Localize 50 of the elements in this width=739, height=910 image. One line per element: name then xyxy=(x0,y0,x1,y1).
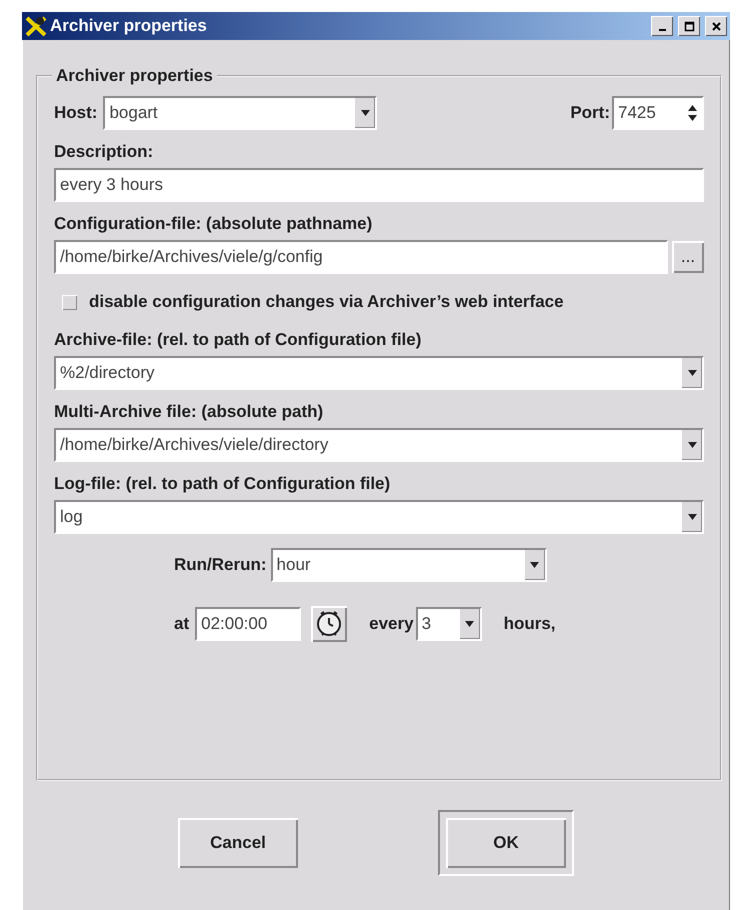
group-title: Archiver properties xyxy=(55,66,214,86)
run-combo-box[interactable]: hour xyxy=(270,548,547,582)
dropdown-arrow-icon xyxy=(688,514,696,520)
log-file-combo-box[interactable]: log xyxy=(54,500,704,534)
interval-combo-box[interactable]: 3 xyxy=(416,607,482,641)
dropdown-button[interactable] xyxy=(460,609,480,639)
minimize-icon xyxy=(658,29,666,31)
clock-icon xyxy=(316,609,342,639)
checkbox-label: disable configuration changes via Archiver’s web interface xyxy=(89,292,564,312)
maximize-button[interactable] xyxy=(678,16,700,36)
dropdown-arrow-icon xyxy=(360,110,370,116)
minimize-button[interactable] xyxy=(651,16,673,36)
host-label: Host: xyxy=(54,103,98,123)
maximize-icon xyxy=(682,20,696,32)
archive-file-combo-box[interactable]: %2/directory xyxy=(54,356,704,390)
run-label: Run/Rerun: xyxy=(174,555,267,575)
clock-button[interactable] xyxy=(311,606,348,642)
field-label: Configuration-file: (absolute pathname) xyxy=(54,214,374,234)
dropdown-arrow-icon xyxy=(688,370,696,376)
dropdown-arrow-icon xyxy=(465,621,474,627)
every-label: every xyxy=(369,614,414,634)
multi-archive-combo-box[interactable]: /home/birke/Archives/viele/directory xyxy=(54,428,704,462)
hours-label: hours, xyxy=(504,614,556,634)
spin-arrows-icon[interactable] xyxy=(688,103,696,123)
time-field[interactable]: 02:00:00 xyxy=(195,607,302,641)
dropdown-button[interactable] xyxy=(355,98,376,128)
port-spinbox[interactable]: 7425 xyxy=(612,96,704,130)
description-field[interactable]: every 3 hours xyxy=(54,168,704,202)
window-title: Archiver properties xyxy=(50,16,208,36)
dialog-button[interactable]: OK xyxy=(438,810,574,876)
browse-button[interactable]: ... xyxy=(672,241,704,273)
dialog-button[interactable]: Cancel xyxy=(178,818,298,868)
at-label: at xyxy=(174,614,190,634)
dropdown-button[interactable] xyxy=(682,430,702,460)
dropdown-arrow-icon xyxy=(688,442,696,448)
checkbox[interactable] xyxy=(62,294,77,310)
dropdown-button[interactable] xyxy=(682,358,702,388)
dropdown-button[interactable] xyxy=(682,502,702,532)
app-icon xyxy=(25,15,47,37)
dropdown-arrow-icon xyxy=(530,562,540,568)
field-label: Log-file: (rel. to path of Configuration file) xyxy=(54,474,392,494)
close-button[interactable] xyxy=(705,16,727,36)
host-combo-box[interactable]: bogart xyxy=(103,96,378,130)
field-label: Archive-file: (rel. to path of Configuration file) xyxy=(54,330,422,350)
field-label: Multi-Archive file: (absolute path) xyxy=(54,402,324,422)
port-label: Port: xyxy=(570,103,610,123)
close-icon xyxy=(710,20,722,32)
dropdown-button[interactable] xyxy=(524,550,545,580)
config-file-field[interactable]: /home/birke/Archives/viele/g/config xyxy=(54,240,668,274)
field-label: Description: xyxy=(54,142,154,162)
